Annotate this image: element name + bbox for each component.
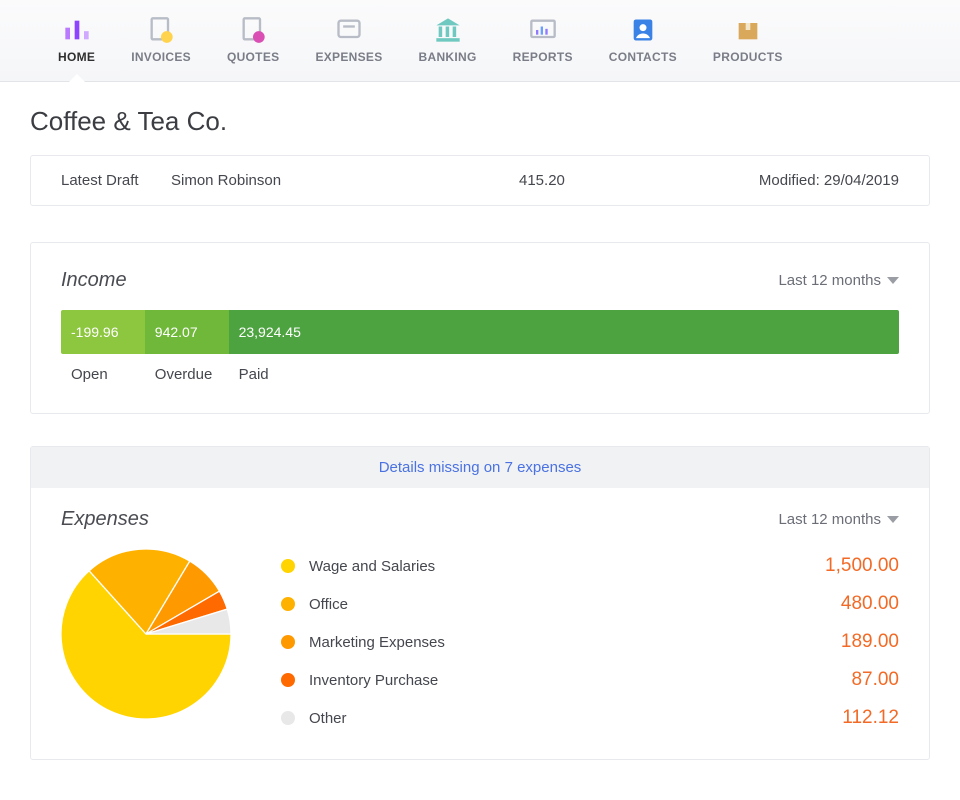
report-icon — [529, 16, 557, 44]
draft-modified: Modified: 29/04/2019 — [659, 172, 899, 189]
expenses-alert-link[interactable]: Details missing on 7 expenses — [379, 459, 582, 476]
nav-label: INVOICES — [131, 50, 191, 64]
page-content: Coffee & Tea Co. Latest Draft Simon Robi… — [0, 82, 960, 800]
legend-dot-icon — [281, 559, 295, 573]
legend-row[interactable]: Marketing Expenses189.00 — [281, 631, 899, 653]
nav-label: PRODUCTS — [713, 50, 783, 64]
nav-invoices[interactable]: INVOICES — [113, 10, 209, 81]
legend-value: 189.00 — [779, 631, 899, 653]
legend-dot-icon — [281, 635, 295, 649]
expenses-period-selector[interactable]: Last 12 months — [778, 511, 899, 528]
nav-home[interactable]: HOME — [40, 10, 113, 81]
legend-row[interactable]: Other112.12 — [281, 707, 899, 729]
income-bar-open[interactable]: -199.96 — [61, 310, 145, 354]
contacts-icon — [629, 16, 657, 44]
income-label-paid: Paid — [229, 366, 899, 383]
legend-name: Wage and Salaries — [309, 558, 779, 575]
nav-label: REPORTS — [513, 50, 573, 64]
invoice-icon — [147, 16, 175, 44]
legend-row[interactable]: Inventory Purchase87.00 — [281, 669, 899, 691]
legend-name: Inventory Purchase — [309, 672, 779, 689]
draft-label: Latest Draft — [61, 172, 171, 189]
expenses-panel: Details missing on 7 expenses Expenses L… — [30, 446, 930, 760]
expense-icon — [335, 16, 363, 44]
chevron-down-icon — [887, 277, 899, 284]
legend-dot-icon — [281, 673, 295, 687]
nav-expenses[interactable]: EXPENSES — [297, 10, 400, 81]
nav-label: BANKING — [419, 50, 477, 64]
expenses-legend: Wage and Salaries1,500.00 Office480.00 Mar… — [281, 549, 899, 729]
draft-client: Simon Robinson — [171, 172, 519, 189]
legend-row[interactable]: Wage and Salaries1,500.00 — [281, 555, 899, 577]
income-title: Income — [61, 269, 778, 292]
bar-chart-icon — [63, 16, 91, 44]
legend-name: Office — [309, 596, 779, 613]
income-bar-chart: -199.96 942.07 23,924.45 — [61, 310, 899, 354]
income-bar-paid[interactable]: 23,924.45 — [229, 310, 899, 354]
income-labels: Open Overdue Paid — [61, 366, 899, 383]
income-bar-overdue[interactable]: 942.07 — [145, 310, 229, 354]
legend-dot-icon — [281, 597, 295, 611]
nav-quotes[interactable]: QUOTES — [209, 10, 297, 81]
legend-value: 87.00 — [779, 669, 899, 691]
legend-dot-icon — [281, 711, 295, 725]
nav-reports[interactable]: REPORTS — [495, 10, 591, 81]
legend-value: 480.00 — [779, 593, 899, 615]
income-period-label: Last 12 months — [778, 272, 881, 289]
nav-label: EXPENSES — [315, 50, 382, 64]
legend-name: Marketing Expenses — [309, 634, 779, 651]
nav-label: CONTACTS — [609, 50, 677, 64]
legend-value: 1,500.00 — [779, 555, 899, 577]
latest-draft-row[interactable]: Latest Draft Simon Robinson 415.20 Modif… — [30, 155, 930, 206]
nav-banking[interactable]: BANKING — [401, 10, 495, 81]
legend-value: 112.12 — [779, 707, 899, 729]
income-period-selector[interactable]: Last 12 months — [778, 272, 899, 289]
top-nav: HOME INVOICES QUOTES EXPENSES BANKING RE… — [0, 0, 960, 82]
draft-amount: 415.20 — [519, 172, 659, 189]
nav-label: HOME — [58, 50, 95, 64]
expenses-title: Expenses — [61, 508, 778, 531]
income-label-overdue: Overdue — [145, 366, 229, 383]
quote-icon — [239, 16, 267, 44]
nav-label: QUOTES — [227, 50, 279, 64]
bank-icon — [434, 16, 462, 44]
nav-contacts[interactable]: CONTACTS — [591, 10, 695, 81]
nav-products[interactable]: PRODUCTS — [695, 10, 801, 81]
income-panel: Income Last 12 months -199.96 942.07 23,… — [30, 242, 930, 414]
expenses-alert-bar: Details missing on 7 expenses — [31, 447, 929, 488]
box-icon — [734, 16, 762, 44]
legend-row[interactable]: Office480.00 — [281, 593, 899, 615]
chevron-down-icon — [887, 516, 899, 523]
legend-name: Other — [309, 710, 779, 727]
expenses-pie-chart — [61, 549, 231, 719]
company-title: Coffee & Tea Co. — [30, 106, 930, 137]
income-label-open: Open — [61, 366, 145, 383]
expenses-period-label: Last 12 months — [778, 511, 881, 528]
